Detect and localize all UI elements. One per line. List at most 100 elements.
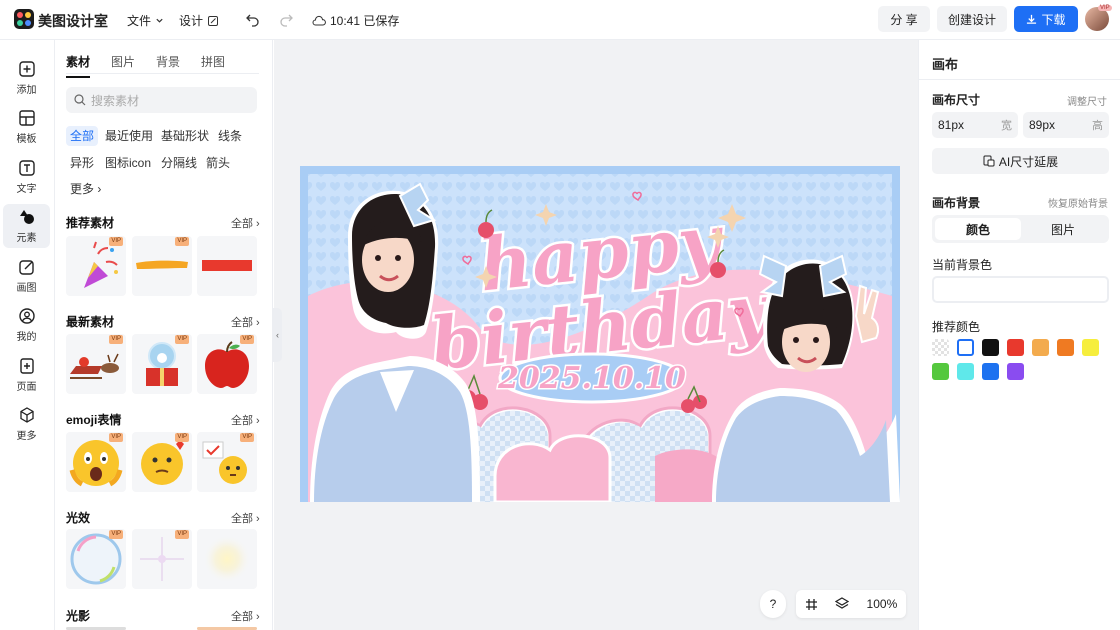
chip-recent[interactable]: 最近使用 — [101, 126, 157, 146]
chip-dividers[interactable]: 分隔线 — [157, 153, 201, 173]
design-artboard[interactable]: happy birthday 2025.10.10 — [300, 166, 900, 502]
zoom-level[interactable]: 100% — [867, 597, 898, 611]
rail-item-mine[interactable]: 我的 — [3, 303, 50, 347]
rail-label: 更多 — [16, 431, 37, 442]
rail-item-draw[interactable]: 画图 — [3, 254, 50, 298]
section-title-shadows: 光影 — [66, 609, 91, 623]
properties-panel: 画布 画布尺寸 调整尺寸 81px 宽 89px 高 AI尺寸延展 画布背景 恢… — [918, 40, 1120, 630]
file-menu-label: 文件 — [127, 14, 152, 28]
user-icon — [18, 308, 35, 324]
resize-link[interactable]: 调整尺寸 — [1067, 93, 1107, 108]
vip-tag: VIP — [109, 335, 123, 344]
chip-all[interactable]: 全部 — [66, 126, 99, 146]
see-all-label: 全部 — [231, 611, 253, 623]
color-swatch[interactable] — [932, 363, 949, 380]
see-all-recommended[interactable]: 全部 › — [231, 215, 260, 231]
page-add-icon — [19, 358, 34, 374]
tab-material[interactable]: 素材 — [66, 53, 91, 78]
vip-tag: VIP — [109, 237, 123, 246]
color-swatch[interactable] — [982, 339, 999, 356]
chip-more[interactable]: 更多 › — [66, 179, 105, 199]
color-swatch[interactable] — [1007, 363, 1024, 380]
material-thumb-emoji-thinking[interactable]: VIP — [132, 432, 192, 492]
rail-item-template[interactable]: 模板 — [3, 105, 50, 149]
vip-tag: VIP — [175, 335, 189, 344]
see-all-shadows[interactable]: 全部 › — [231, 608, 260, 624]
create-design-button[interactable]: 创建设计 — [937, 6, 1007, 32]
width-field[interactable]: 81px 宽 — [932, 112, 1018, 138]
rail-item-add[interactable]: 添加 — [3, 56, 50, 100]
material-thumb-apple[interactable]: VIP — [197, 334, 257, 394]
see-all-label: 全部 — [231, 513, 253, 525]
glow-icon — [203, 535, 251, 583]
current-bg-label: 当前背景色 — [932, 258, 993, 272]
ai-extend-button[interactable]: AI尺寸延展 — [932, 148, 1109, 174]
bg-type-image[interactable]: 图片 — [1020, 218, 1106, 240]
see-all-newest[interactable]: 全部 › — [231, 314, 260, 330]
tab-collage[interactable]: 拼图 — [201, 53, 225, 78]
see-all-label: 全部 — [231, 317, 253, 329]
current-bg-color-field[interactable] — [932, 276, 1109, 303]
see-all-light-effects[interactable]: 全部 › — [231, 510, 260, 526]
material-thumb-emoji-sign[interactable]: VIP — [197, 432, 257, 492]
color-swatch[interactable] — [957, 363, 974, 380]
vip-tag: VIP — [240, 335, 254, 344]
material-thumb-brush-stroke[interactable]: VIP — [132, 236, 192, 296]
chip-basic-shapes[interactable]: 基础形状 — [157, 126, 213, 146]
pencil-icon — [18, 260, 34, 275]
bg-type-color[interactable]: 颜色 — [935, 218, 1021, 240]
rail-item-elements[interactable]: 元素 — [3, 204, 50, 248]
help-label: ? — [769, 597, 777, 611]
chip-irregular[interactable]: 异形 — [66, 153, 98, 173]
chip-lines[interactable]: 线条 — [214, 126, 246, 146]
restore-bg-link[interactable]: 恢复原始背景 — [1048, 195, 1108, 210]
search-placeholder: 搜索素材 — [91, 93, 140, 108]
color-swatch[interactable] — [1032, 339, 1049, 356]
color-swatch[interactable] — [957, 339, 974, 356]
material-thumb-sparkle[interactable]: VIP — [132, 529, 192, 589]
color-swatch[interactable] — [982, 363, 999, 380]
search-input[interactable]: 搜索素材 — [66, 87, 257, 113]
rail-item-more[interactable]: 更多 — [3, 402, 50, 446]
rail-item-page[interactable]: 页面 — [3, 353, 50, 397]
recommended-colors-label: 推荐颜色 — [932, 320, 981, 334]
redo-icon[interactable] — [278, 11, 294, 27]
app-name: 美图设计室 — [38, 13, 108, 29]
see-all-label: 全部 — [231, 415, 253, 427]
height-value: 89px — [1029, 118, 1056, 132]
rail-label: 页面 — [16, 382, 37, 393]
material-thumb-glow[interactable] — [197, 529, 257, 589]
color-swatch[interactable] — [1007, 339, 1024, 356]
layers-icon[interactable] — [835, 597, 850, 611]
download-button[interactable]: 下载 — [1014, 6, 1078, 32]
rail-item-text[interactable]: 文字 — [3, 155, 50, 199]
file-menu[interactable]: 文件 — [127, 12, 164, 29]
grid-icon[interactable] — [805, 598, 818, 611]
cube-icon — [19, 407, 34, 423]
chip-arrows[interactable]: 箭头 — [202, 153, 234, 173]
ai-resize-icon — [983, 155, 995, 167]
material-thumb-snow-globe-gift[interactable]: VIP — [132, 334, 192, 394]
tab-background[interactable]: 背景 — [156, 53, 180, 78]
material-thumb-bubble[interactable]: VIP — [66, 529, 126, 589]
panel-tabs: 素材 图片 背景 拼图 — [66, 53, 246, 78]
chip-icons[interactable]: 图标icon — [101, 153, 155, 173]
color-swatch[interactable] — [1057, 339, 1074, 356]
swatch-transparent[interactable] — [932, 339, 949, 356]
material-thumb-party-popper[interactable]: VIP — [66, 236, 126, 296]
undo-icon[interactable] — [245, 11, 261, 27]
see-all-emoji[interactable]: 全部 › — [231, 412, 260, 428]
collapse-panel-toggle[interactable]: ‹ — [273, 308, 282, 362]
height-field[interactable]: 89px 高 — [1023, 112, 1109, 138]
section-title-newest: 最新素材 — [66, 315, 115, 329]
chip-more-label: 更多 — [70, 182, 95, 196]
color-swatch[interactable] — [1082, 339, 1099, 356]
material-thumb-emoji-scared[interactable]: VIP — [66, 432, 126, 492]
tab-image[interactable]: 图片 — [111, 53, 135, 78]
help-button[interactable]: ? — [760, 590, 786, 618]
chevron-down-icon — [156, 18, 163, 23]
share-button[interactable]: 分 享 — [878, 6, 930, 32]
design-menu[interactable]: 设计 — [179, 12, 219, 29]
material-thumb-sleigh[interactable]: VIP — [66, 334, 126, 394]
material-thumb-red-bar[interactable] — [197, 236, 257, 296]
